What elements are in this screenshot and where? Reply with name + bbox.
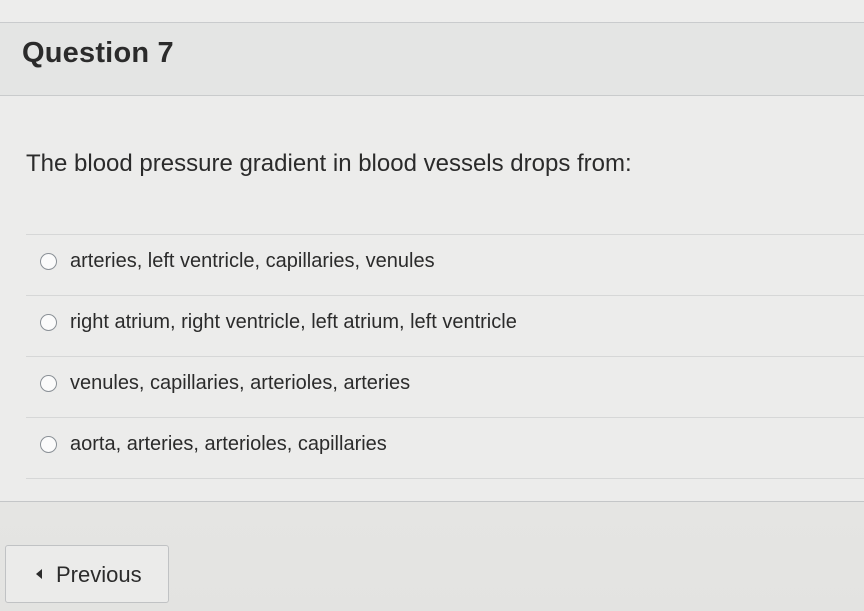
radio-button[interactable] [40,253,57,270]
question-card: Question 7 The blood pressure gradient i… [0,22,864,502]
radio-button[interactable] [40,436,57,453]
answer-option[interactable]: arteries, left ventricle, capillaries, v… [26,234,864,295]
question-title: Question 7 [22,37,174,69]
answer-label[interactable]: arteries, left ventricle, capillaries, v… [70,250,435,273]
answer-label[interactable]: venules, capillaries, arterioles, arteri… [70,372,410,395]
radio-button[interactable] [40,314,57,331]
answer-list: arteries, left ventricle, capillaries, v… [26,234,864,479]
chevron-left-icon [36,569,42,579]
question-text: The blood pressure gradient in blood ves… [26,150,632,177]
question-header: Question 7 [0,23,864,96]
previous-button[interactable]: Previous [5,545,169,603]
previous-label: Previous [56,562,142,587]
question-body: The blood pressure gradient in blood ves… [0,96,864,500]
answer-label[interactable]: right atrium, right ventricle, left atri… [70,311,517,334]
answer-label[interactable]: aorta, arteries, arterioles, capillaries [70,433,387,456]
answer-option[interactable]: right atrium, right ventricle, left atri… [26,295,864,356]
answer-option[interactable]: venules, capillaries, arterioles, arteri… [26,356,864,417]
radio-button[interactable] [40,375,57,392]
answer-option[interactable]: aorta, arteries, arterioles, capillaries [26,417,864,479]
